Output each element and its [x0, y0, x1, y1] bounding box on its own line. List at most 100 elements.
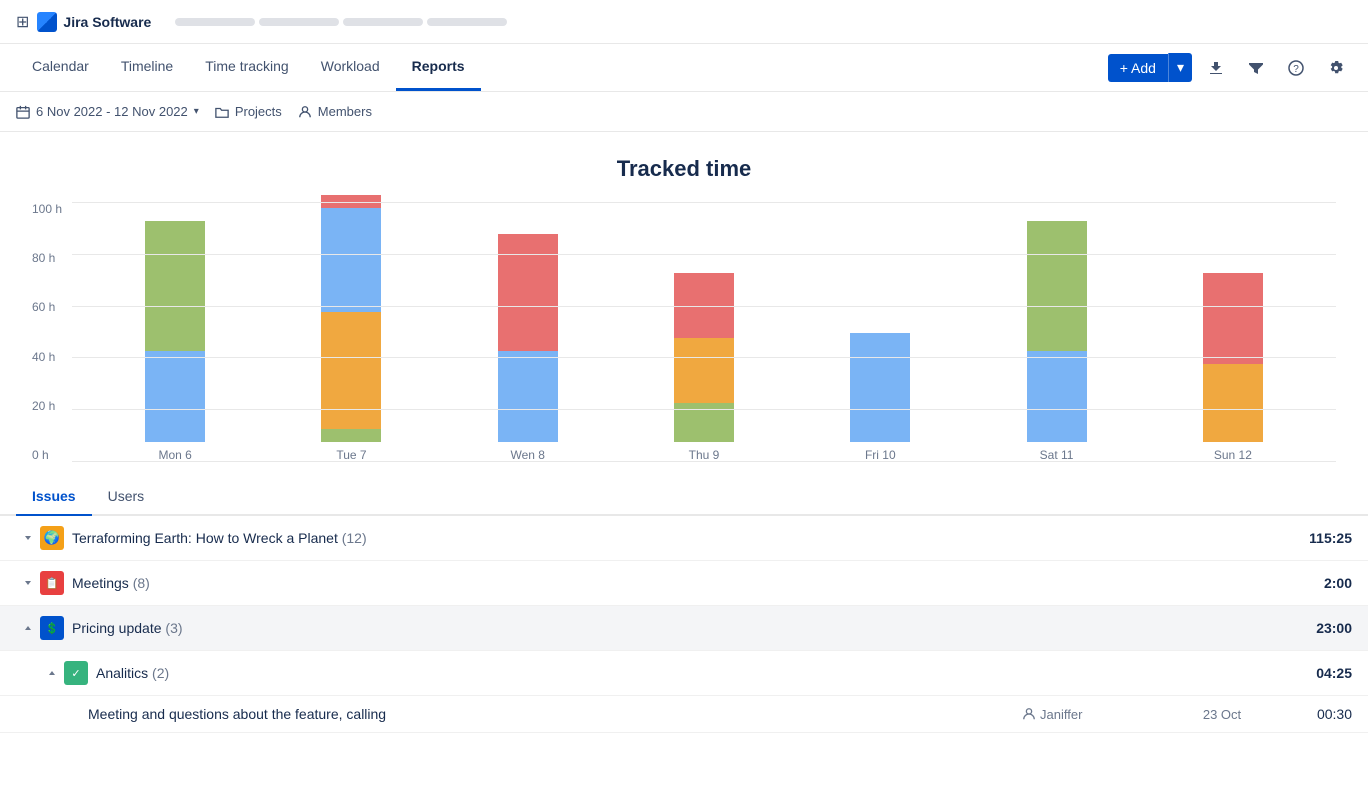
bar-fri-blue: [850, 333, 910, 442]
issue-row-meetings: 📋 Meetings (8) 2:00: [0, 561, 1368, 606]
topbar-actions: + Add ▾ ?: [1108, 52, 1352, 84]
y-axis: 0 h 20 h 40 h 60 h 80 h 100 h: [32, 202, 72, 462]
bar-thu-green: [674, 403, 734, 442]
filter-button[interactable]: [1240, 52, 1272, 84]
date-range-filter[interactable]: 6 Nov 2022 - 12 Nov 2022 ▾: [16, 104, 199, 119]
issue-meta-assignee: Janiffer: [1022, 707, 1172, 722]
calendar-icon: [16, 105, 30, 119]
y-label-80: 80 h: [32, 251, 62, 265]
folder-icon: [215, 105, 229, 119]
add-button[interactable]: + Add: [1108, 54, 1168, 82]
bar-thu-red: [674, 273, 734, 338]
bar-stack-wen: [498, 234, 558, 442]
date-chevron-icon: ▾: [194, 106, 199, 117]
add-dropdown-button[interactable]: ▾: [1168, 53, 1192, 82]
bar-tue-label: Tue 7: [336, 448, 366, 462]
nav-pill-4: [427, 18, 507, 26]
issue-row-pricing: 💲 Pricing update (3) 23:00: [0, 606, 1368, 651]
bar-mon: Mon 6: [92, 202, 258, 462]
jira-diamond-icon: [37, 12, 57, 32]
bar-fri: Fri 10: [797, 202, 963, 462]
bars-container: Mon 6 Tue 7: [72, 202, 1336, 462]
issue-name-meeting-detail: Meeting and questions about the feature,…: [88, 706, 1022, 722]
members-label: Members: [318, 104, 372, 119]
issue-name-meetings: Meetings (8): [72, 575, 1272, 591]
issue-row-analitics: ✓ Analitics (2) 04:25: [0, 651, 1368, 696]
app-name: Jira Software: [63, 14, 151, 30]
grid-icon[interactable]: ⊞: [16, 12, 29, 32]
bar-tue-red: [321, 195, 381, 208]
expand-terraforming[interactable]: [16, 533, 40, 543]
expand-meetings[interactable]: [16, 578, 40, 588]
expand-analitics[interactable]: [40, 668, 64, 678]
bar-wen-label: Wen 8: [511, 448, 545, 462]
nav-pill-1: [175, 18, 255, 26]
issue-time-meetings: 2:00: [1272, 575, 1352, 591]
expand-pricing[interactable]: [16, 623, 40, 633]
issue-count-meetings: (8): [133, 575, 150, 591]
bar-wen: Wen 8: [445, 202, 611, 462]
bar-sat-green: [1027, 221, 1087, 351]
bar-thu: Thu 9: [621, 202, 787, 462]
tab-issues[interactable]: Issues: [16, 478, 92, 516]
tab-calendar[interactable]: Calendar: [16, 44, 105, 91]
bar-mon-green: [145, 221, 205, 351]
bar-thu-label: Thu 9: [689, 448, 720, 462]
bar-sun-red: [1203, 273, 1263, 364]
issue-time-pricing: 23:00: [1272, 620, 1352, 636]
bar-sat-label: Sat 11: [1040, 448, 1074, 462]
data-tabs: Issues Users: [0, 478, 1368, 516]
tab-users[interactable]: Users: [92, 478, 161, 516]
bar-sun-label: Sun 12: [1214, 448, 1252, 462]
bar-wen-red: [498, 234, 558, 351]
issue-time-analitics: 04:25: [1272, 665, 1352, 681]
nav-pill-2: [259, 18, 339, 26]
bar-stack-mon: [145, 221, 205, 442]
issue-count-terraforming: (12): [342, 530, 367, 546]
bars-row: Mon 6 Tue 7: [72, 202, 1336, 462]
issue-count-analitics: (2): [152, 665, 169, 681]
jira-logo[interactable]: Jira Software: [37, 12, 151, 32]
bar-sun: Sun 12: [1150, 202, 1316, 462]
icon-terraforming: 🌍: [40, 526, 64, 550]
download-button[interactable]: [1200, 52, 1232, 84]
bar-fri-label: Fri 10: [865, 448, 896, 462]
issue-name-pricing: Pricing update (3): [72, 620, 1272, 636]
nav-tabs-bar: Calendar Timeline Time tracking Workload…: [0, 44, 1368, 92]
issue-name-analitics: Analitics (2): [96, 665, 1272, 681]
tab-reports[interactable]: Reports: [396, 44, 481, 91]
issue-count-pricing: (3): [165, 620, 182, 636]
date-range-label: 6 Nov 2022 - 12 Nov 2022: [36, 104, 188, 119]
bar-tue-orange: [321, 312, 381, 429]
projects-filter[interactable]: Projects: [215, 104, 282, 119]
assignee-name: Janiffer: [1040, 707, 1082, 722]
bar-stack-thu: [674, 273, 734, 442]
tab-timeline[interactable]: Timeline: [105, 44, 189, 91]
bar-stack-fri: [850, 333, 910, 442]
y-label-20: 20 h: [32, 399, 62, 413]
tab-workload[interactable]: Workload: [305, 44, 396, 91]
tab-time-tracking[interactable]: Time tracking: [189, 44, 305, 91]
settings-button[interactable]: [1320, 52, 1352, 84]
bar-mon-blue: [145, 351, 205, 442]
issue-time-terraforming: 115:25: [1272, 530, 1352, 546]
bar-tue-blue: [321, 208, 381, 312]
issue-row-terraforming: 🌍 Terraforming Earth: How to Wreck a Pla…: [0, 516, 1368, 561]
bar-sat-blue: [1027, 351, 1087, 442]
help-button[interactable]: ?: [1280, 52, 1312, 84]
bar-tue-green: [321, 429, 381, 442]
y-label-40: 40 h: [32, 350, 62, 364]
icon-pricing: 💲: [40, 616, 64, 640]
user-icon: [1022, 707, 1036, 721]
bar-thu-orange: [674, 338, 734, 403]
chart-title: Tracked time: [32, 156, 1336, 182]
members-filter[interactable]: Members: [298, 104, 372, 119]
issues-table: 🌍 Terraforming Earth: How to Wreck a Pla…: [0, 516, 1368, 733]
y-label-100: 100 h: [32, 202, 62, 216]
y-label-60: 60 h: [32, 300, 62, 314]
svg-text:?: ?: [1293, 64, 1299, 75]
filters-row: 6 Nov 2022 - 12 Nov 2022 ▾ Projects Memb…: [0, 92, 1368, 132]
y-label-0: 0 h: [32, 448, 62, 462]
bar-stack-sat: [1027, 221, 1087, 442]
issue-name-terraforming: Terraforming Earth: How to Wreck a Plane…: [72, 530, 1272, 546]
